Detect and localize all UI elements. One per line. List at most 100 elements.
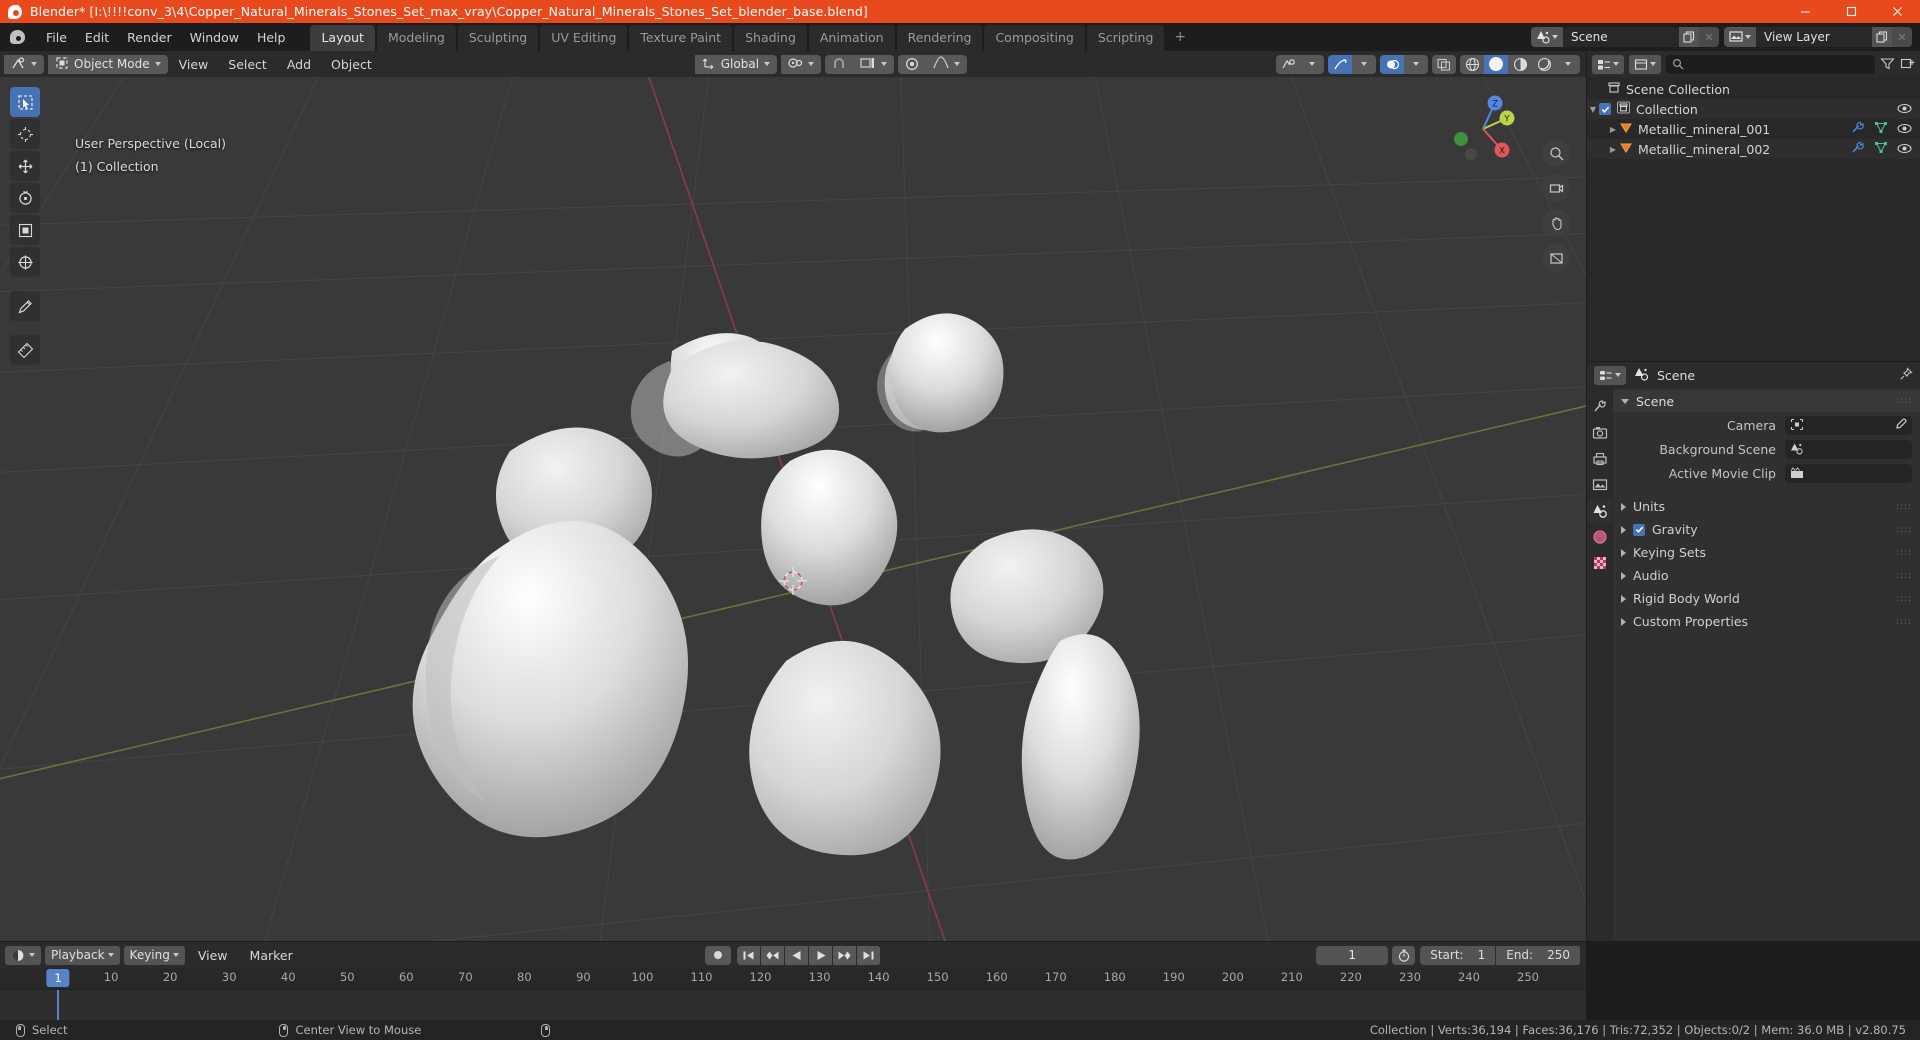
outliner-filter-icon[interactable]	[1880, 55, 1895, 74]
jump-prev-keyframe-icon[interactable]	[761, 945, 784, 965]
rendered-shading-icon[interactable]	[1532, 54, 1556, 74]
shading-mode-group[interactable]	[1460, 54, 1580, 74]
timeline-menu-marker[interactable]: Marker	[241, 945, 302, 966]
jump-to-start-icon[interactable]	[737, 945, 760, 965]
tab-shading[interactable]: Shading	[734, 25, 807, 51]
outliner-row-metallic-mineral-001[interactable]: ▶ Metallic_mineral_001	[1587, 119, 1920, 139]
section-units[interactable]: Units ::::	[1613, 495, 1920, 518]
outliner-new-collection-icon[interactable]	[1900, 55, 1915, 74]
overlays-icon[interactable]	[1380, 54, 1404, 74]
modifier-wrench-icon[interactable]	[1851, 121, 1865, 137]
minimize-button[interactable]	[1782, 0, 1828, 23]
output-tab[interactable]	[1588, 447, 1612, 471]
tab-rendering[interactable]: Rendering	[896, 25, 983, 51]
timeline-editor[interactable]: Playback Keying View Marker 1 Start: 1 E…	[0, 942, 1586, 1020]
section-custom-properties[interactable]: Custom Properties ::::	[1613, 610, 1920, 633]
mesh-data-icon[interactable]	[1874, 121, 1888, 137]
collapse-triangle-icon[interactable]	[1621, 398, 1629, 404]
cursor-tool[interactable]	[10, 119, 40, 149]
visibility-eye-icon[interactable]	[1897, 102, 1912, 117]
view-layer-tab[interactable]	[1588, 473, 1612, 497]
menu-render[interactable]: Render	[118, 26, 181, 49]
pin-icon[interactable]	[1899, 366, 1913, 385]
expand-triangle-icon[interactable]	[1621, 594, 1626, 603]
outliner-row-scene-collection[interactable]: Scene Collection	[1587, 79, 1920, 99]
outliner-display-mode-icon[interactable]	[1592, 54, 1624, 74]
expand-triangle-icon[interactable]	[1621, 617, 1626, 626]
play-reverse-icon[interactable]	[785, 945, 808, 965]
view-layer-name[interactable]: View Layer	[1756, 27, 1872, 47]
timeline-ruler[interactable]: 10 20 30 40 50 60 70 80 90 100 110 120 130 140 150 160 1…	[0, 968, 1586, 990]
menu-help[interactable]: Help	[248, 26, 295, 49]
expand-triangle-icon[interactable]	[1621, 548, 1626, 557]
maximize-button[interactable]	[1828, 0, 1874, 23]
jump-next-keyframe-icon[interactable]	[833, 945, 856, 965]
select-box-tool[interactable]	[10, 87, 40, 117]
transform-orientation-selector[interactable]: Global	[694, 54, 778, 74]
jump-to-end-icon[interactable]	[857, 945, 880, 965]
rotate-tool[interactable]	[10, 183, 40, 213]
remove-view-layer-button[interactable]: ✕	[1892, 27, 1912, 47]
section-rigid-body-world[interactable]: Rigid Body World ::::	[1613, 587, 1920, 610]
proportional-editing-controls[interactable]	[898, 54, 968, 74]
collection-checkbox[interactable]	[1599, 103, 1611, 115]
playback-menu[interactable]: Playback	[45, 945, 120, 965]
add-workspace-button[interactable]: +	[1166, 27, 1194, 51]
solid-shading-icon[interactable]	[1484, 54, 1508, 74]
start-frame-field[interactable]: Start: 1	[1420, 945, 1496, 965]
outliner-filter-mode-icon[interactable]	[1629, 54, 1661, 74]
close-button[interactable]	[1874, 0, 1920, 23]
gizmo-icon[interactable]	[1328, 54, 1352, 74]
scale-tool[interactable]	[10, 215, 40, 245]
timeline-menu-view[interactable]: View	[189, 945, 237, 966]
outliner-row-metallic-mineral-002[interactable]: ▶ Metallic_mineral_002	[1587, 139, 1920, 159]
section-gravity[interactable]: Gravity ::::	[1613, 518, 1920, 541]
view-layer-icon[interactable]	[1724, 27, 1756, 47]
expand-triangle-icon[interactable]	[1621, 525, 1626, 534]
world-tab[interactable]	[1588, 525, 1612, 549]
new-scene-button[interactable]	[1679, 27, 1699, 47]
pivot-point-selector[interactable]	[781, 54, 822, 74]
visibility-eye-icon[interactable]	[1897, 122, 1912, 137]
mesh-data-icon[interactable]	[1874, 141, 1888, 157]
scene-icon[interactable]	[1531, 27, 1563, 47]
end-frame-field[interactable]: End: 250	[1496, 945, 1580, 965]
record-keyframes-icon[interactable]	[705, 945, 731, 965]
menu-file[interactable]: File	[37, 26, 76, 49]
tab-texture-paint[interactable]: Texture Paint	[629, 25, 733, 51]
unlink-scene-button[interactable]: ✕	[1699, 27, 1719, 47]
tab-modeling[interactable]: Modeling	[376, 25, 456, 51]
expand-triangle-icon[interactable]: ▶	[1607, 145, 1619, 154]
texture-tab[interactable]	[1588, 551, 1612, 575]
playhead[interactable]	[57, 990, 59, 1020]
view-layer-selector[interactable]: View Layer ✕	[1724, 27, 1912, 47]
outliner-row-collection[interactable]: ▼ Collection	[1587, 99, 1920, 119]
modifier-wrench-icon[interactable]	[1851, 141, 1865, 157]
current-frame-field[interactable]: 1	[1316, 945, 1389, 965]
expand-triangle-icon[interactable]	[1621, 571, 1626, 580]
gravity-checkbox[interactable]	[1633, 523, 1645, 536]
camera-field[interactable]	[1785, 416, 1912, 435]
tab-compositing[interactable]: Compositing	[984, 25, 1085, 51]
object-visibility-icon[interactable]	[1276, 54, 1300, 74]
viewport-menu-object[interactable]: Object	[322, 54, 381, 75]
blender-menu-icon[interactable]	[7, 27, 29, 47]
annotate-tool[interactable]	[10, 291, 40, 321]
render-tab[interactable]	[1588, 421, 1612, 445]
eyedropper-icon[interactable]	[1894, 416, 1907, 435]
viewport-menu-view[interactable]: View	[170, 54, 218, 75]
editor-type-selector[interactable]	[4, 54, 44, 74]
measure-tool[interactable]	[10, 335, 40, 365]
background-scene-field[interactable]	[1785, 440, 1912, 459]
hand-pan-icon[interactable]	[1542, 209, 1570, 237]
scene-panel-header[interactable]: Scene ::::	[1613, 390, 1920, 412]
tab-sculpting[interactable]: Sculpting	[457, 25, 539, 51]
proportional-edit-icon[interactable]	[898, 54, 927, 74]
navigation-gizmo[interactable]: Z Y X	[1445, 91, 1521, 167]
tab-uv-editing[interactable]: UV Editing	[540, 25, 628, 51]
play-icon[interactable]	[809, 945, 832, 965]
menu-edit[interactable]: Edit	[76, 26, 118, 49]
tool-tab[interactable]	[1588, 395, 1612, 419]
menu-window[interactable]: Window	[181, 26, 248, 49]
viewport-menu-select[interactable]: Select	[219, 54, 276, 75]
